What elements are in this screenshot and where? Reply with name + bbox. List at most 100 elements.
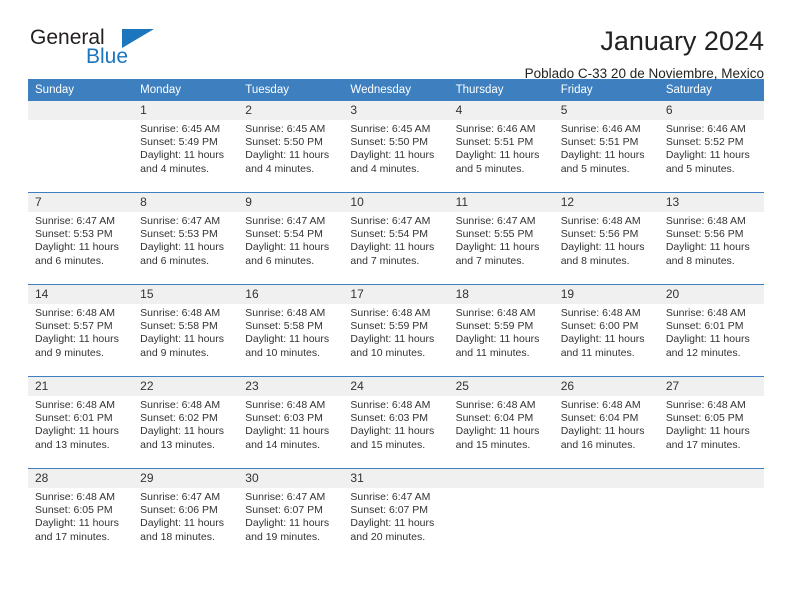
calendar-day-cell[interactable]: 22 Sunrise: 6:48 AM Sunset: 6:02 PM Dayligh… [133,376,239,469]
daylight-text: Daylight: 11 hours and 9 minutes. [35,333,119,359]
calendar-empty-cell [448,468,554,560]
sunset-text: Sunset: 5:49 PM [140,136,218,149]
calendar-day-cell[interactable]: 16 Sunrise: 6:48 AM Sunset: 5:58 PM Dayligh… [238,284,344,377]
calendar-body: 1 Sunrise: 6:45 AM Sunset: 5:49 PM Daylight… [28,100,764,560]
calendar-day-cell[interactable]: 21 Sunrise: 6:48 AM Sunset: 6:01 PM Dayligh… [28,376,134,469]
calendar-day-cell[interactable]: 31 Sunrise: 6:47 AM Sunset: 6:07 PM Dayligh… [343,468,449,560]
day-sun-info: Sunrise: 6:48 AM Sunset: 6:02 PM Daylight:… [133,396,238,452]
calendar-day-cell[interactable]: 2 Sunrise: 6:45 AM Sunset: 5:50 PM Daylight… [238,100,344,193]
calendar-day-cell[interactable]: 12 Sunrise: 6:48 AM Sunset: 5:56 PM Dayligh… [553,192,659,285]
day-sun-info: Sunrise: 6:48 AM Sunset: 6:05 PM Daylight:… [659,396,764,452]
sunrise-text: Sunrise: 6:47 AM [140,215,221,227]
day-number [553,469,659,488]
daylight-text: Daylight: 11 hours and 13 minutes. [140,425,224,451]
day-number: 14 [28,285,134,304]
sunrise-text: Sunrise: 6:45 AM [350,123,431,135]
day-number: 27 [658,377,764,396]
sunset-text: Sunset: 5:51 PM [560,136,639,149]
calendar-day-cell[interactable]: 9 Sunrise: 6:47 AM Sunset: 5:54 PM Daylight… [238,192,344,285]
day-number [28,101,134,120]
calendar-day-cell[interactable]: 23 Sunrise: 6:48 AM Sunset: 6:03 PM Dayligh… [238,376,344,469]
sunrise-text: Sunrise: 6:45 AM [140,123,221,135]
calendar-day-cell[interactable]: 24 Sunrise: 6:48 AM Sunset: 6:03 PM Dayligh… [343,376,449,469]
day-number: 17 [343,285,449,304]
calendar-day-cell[interactable]: 7 Sunrise: 6:47 AM Sunset: 5:53 PM Daylight… [28,192,134,285]
day-sun-info: Sunrise: 6:47 AM Sunset: 5:55 PM Daylight:… [449,212,554,268]
day-sun-info: Sunrise: 6:48 AM Sunset: 6:00 PM Daylight:… [554,304,659,360]
daylight-text: Daylight: 11 hours and 16 minutes. [560,425,645,451]
sunset-text: Sunset: 6:05 PM [665,412,744,425]
sunrise-text: Sunrise: 6:47 AM [245,215,326,227]
day-sun-info: Sunrise: 6:46 AM Sunset: 5:51 PM Daylight:… [554,120,659,176]
calendar-day-cell[interactable]: 17 Sunrise: 6:48 AM Sunset: 5:59 PM Dayligh… [343,284,449,377]
calendar-day-cell[interactable]: 11 Sunrise: 6:47 AM Sunset: 5:55 PM Dayligh… [448,192,554,285]
day-sun-info: Sunrise: 6:47 AM Sunset: 6:07 PM Daylight:… [238,488,343,544]
daylight-text: Daylight: 11 hours and 5 minutes. [455,149,540,175]
calendar-day-cell[interactable]: 3 Sunrise: 6:45 AM Sunset: 5:50 PM Daylight… [343,100,449,193]
calendar-day-cell[interactable]: 29 Sunrise: 6:47 AM Sunset: 6:06 PM Dayligh… [133,468,239,560]
sunrise-text: Sunrise: 6:47 AM [455,215,536,227]
sunrise-text: Sunrise: 6:48 AM [665,215,746,227]
sunrise-text: Sunrise: 6:47 AM [245,491,326,503]
day-sun-info: Sunrise: 6:48 AM Sunset: 5:56 PM Daylight:… [554,212,659,268]
daylight-text: Daylight: 11 hours and 8 minutes. [665,241,750,267]
day-number: 29 [133,469,239,488]
day-number: 19 [553,285,659,304]
sunset-text: Sunset: 5:54 PM [350,228,429,241]
calendar-day-cell[interactable]: 27 Sunrise: 6:48 AM Sunset: 6:05 PM Dayligh… [658,376,764,469]
sunset-text: Sunset: 5:54 PM [245,228,323,241]
calendar-day-cell[interactable]: 8 Sunrise: 6:47 AM Sunset: 5:53 PM Daylight… [133,192,239,285]
calendar-day-cell[interactable]: 1 Sunrise: 6:45 AM Sunset: 5:49 PM Daylight… [133,100,239,193]
calendar-week-row: 7 Sunrise: 6:47 AM Sunset: 5:53 PM Daylight… [28,192,764,285]
calendar-day-cell[interactable]: 20 Sunrise: 6:48 AM Sunset: 6:01 PM Dayligh… [658,284,764,377]
sunrise-text: Sunrise: 6:47 AM [350,215,431,227]
sunset-text: Sunset: 5:52 PM [665,136,744,149]
day-number: 3 [343,101,449,120]
daylight-text: Daylight: 11 hours and 11 minutes. [455,333,540,359]
day-sun-info: Sunrise: 6:45 AM Sunset: 5:50 PM Daylight:… [343,120,448,176]
day-sun-info: Sunrise: 6:46 AM Sunset: 5:51 PM Daylight:… [449,120,554,176]
day-number [448,469,554,488]
day-number: 21 [28,377,134,396]
sunrise-text: Sunrise: 6:48 AM [665,399,746,411]
sunrise-text: Sunrise: 6:48 AM [350,307,431,319]
day-sun-info: Sunrise: 6:48 AM Sunset: 6:04 PM Daylight:… [554,396,659,452]
sunrise-text: Sunrise: 6:48 AM [140,307,221,319]
calendar-week-row: 1 Sunrise: 6:45 AM Sunset: 5:49 PM Daylight… [28,100,764,193]
day-sun-info: Sunrise: 6:47 AM Sunset: 6:06 PM Daylight:… [133,488,238,544]
day-number: 12 [553,193,659,212]
day-number: 2 [238,101,344,120]
calendar-day-cell[interactable]: 15 Sunrise: 6:48 AM Sunset: 5:58 PM Dayligh… [133,284,239,377]
weekday-header-sunday: Sunday [28,79,134,101]
calendar-day-cell[interactable]: 4 Sunrise: 6:46 AM Sunset: 5:51 PM Daylight… [448,100,554,193]
day-sun-info: Sunrise: 6:48 AM Sunset: 5:59 PM Daylight:… [449,304,554,360]
calendar-day-cell[interactable]: 19 Sunrise: 6:48 AM Sunset: 6:00 PM Dayligh… [553,284,659,377]
calendar-day-cell[interactable]: 26 Sunrise: 6:48 AM Sunset: 6:04 PM Dayligh… [553,376,659,469]
calendar-day-cell[interactable]: 5 Sunrise: 6:46 AM Sunset: 5:51 PM Daylight… [553,100,659,193]
calendar-page: General Blue January 2024 Poblado C-33 2… [0,0,792,612]
calendar-day-cell[interactable]: 13 Sunrise: 6:48 AM Sunset: 5:56 PM Dayligh… [658,192,764,285]
day-sun-info: Sunrise: 6:47 AM Sunset: 5:53 PM Daylight:… [28,212,133,268]
sunset-text: Sunset: 5:57 PM [35,320,113,333]
day-sun-info: Sunrise: 6:47 AM Sunset: 5:54 PM Daylight:… [238,212,343,268]
calendar-day-cell[interactable]: 30 Sunrise: 6:47 AM Sunset: 6:07 PM Dayligh… [238,468,344,560]
sunset-text: Sunset: 6:07 PM [350,504,429,517]
page-subtitle: Poblado C-33 20 de Noviembre, Mexico [524,66,764,81]
calendar-day-cell[interactable]: 28 Sunrise: 6:48 AM Sunset: 6:05 PM Dayligh… [28,468,134,560]
calendar-day-cell[interactable]: 10 Sunrise: 6:47 AM Sunset: 5:54 PM Dayligh… [343,192,449,285]
calendar-day-cell[interactable]: 14 Sunrise: 6:48 AM Sunset: 5:57 PM Dayligh… [28,284,134,377]
day-number: 11 [448,193,554,212]
daylight-text: Daylight: 11 hours and 6 minutes. [140,241,224,267]
calendar-day-cell[interactable]: 25 Sunrise: 6:48 AM Sunset: 6:04 PM Dayligh… [448,376,554,469]
sunrise-text: Sunrise: 6:48 AM [560,215,641,227]
calendar-day-cell[interactable]: 18 Sunrise: 6:48 AM Sunset: 5:59 PM Dayligh… [448,284,554,377]
calendar-day-cell[interactable]: 6 Sunrise: 6:46 AM Sunset: 5:52 PM Daylight… [658,100,764,193]
daylight-text: Daylight: 11 hours and 14 minutes. [245,425,330,451]
day-number: 8 [133,193,239,212]
sunrise-text: Sunrise: 6:48 AM [560,307,641,319]
daylight-text: Daylight: 11 hours and 9 minutes. [140,333,224,359]
page-header: General Blue January 2024 Poblado C-33 2… [28,0,764,81]
sunrise-text: Sunrise: 6:46 AM [455,123,536,135]
sunrise-text: Sunrise: 6:48 AM [140,399,221,411]
daylight-text: Daylight: 11 hours and 18 minutes. [140,517,224,543]
